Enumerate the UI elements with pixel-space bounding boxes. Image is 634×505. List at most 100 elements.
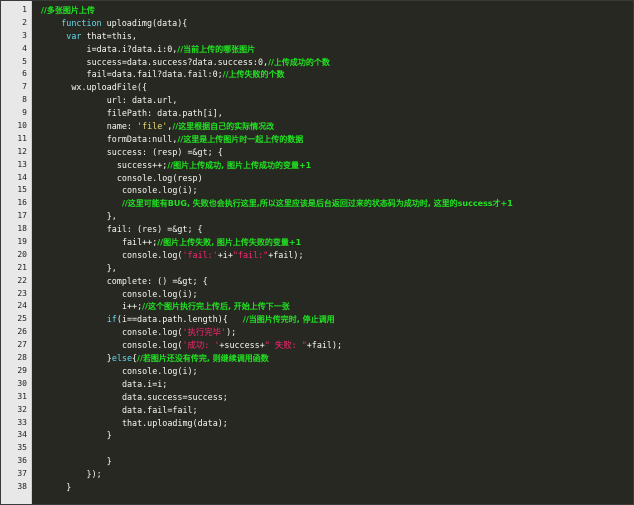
- line-number: 12: [17, 146, 27, 156]
- line-number: 29: [17, 365, 27, 375]
- line-number: 15: [17, 185, 27, 195]
- code-line: 14 console.log(resp): [1, 172, 633, 185]
- code-line: 23 console.log(i);: [1, 288, 633, 301]
- code-comment: //多张图片上传: [41, 6, 95, 15]
- code-text: success: (resp) =&gt; {: [107, 146, 633, 159]
- code-token: success++;: [116, 159, 168, 170]
- line-number: 11: [17, 133, 27, 143]
- code-comment: //这里根据自己的实际情况改: [172, 122, 275, 132]
- code-token: '成功: ': [182, 340, 220, 351]
- line-number: 20: [17, 249, 27, 259]
- code-text: fail: (res) =&gt; {: [107, 223, 633, 236]
- code-token: console.log(: [121, 340, 183, 351]
- line-number: 14: [17, 172, 27, 182]
- line-number: 25: [17, 314, 27, 324]
- code-token: 'file': [137, 121, 168, 132]
- code-token: },: [106, 211, 117, 222]
- code-token: "fail:": [232, 249, 269, 260]
- code-text: }else{//若图片还没有传完, 则继续调用函数: [107, 352, 633, 366]
- code-line: 11 formData:null,//这里是上传图片时一起上传的数据: [1, 133, 633, 146]
- code-comment: //图片上传失败, 图片上传失败的变量+1: [157, 238, 302, 248]
- code-line: 25 if(i==data.path.length){ //当图片传完时, 停止调…: [1, 313, 633, 326]
- code-text: },: [107, 210, 633, 223]
- code-token: function: [61, 17, 102, 28]
- line-number: 5: [22, 56, 27, 66]
- code-text: data.i=i;: [122, 378, 633, 391]
- code-text: fail++;//图片上传失败, 图片上传失败的变量+1: [122, 236, 633, 250]
- code-text: i=data.i?data.i:0,//当前上传的哪张图片: [87, 43, 633, 57]
- line-number: 27: [17, 340, 27, 350]
- code-token: filePath: data.path[i],: [106, 108, 223, 119]
- code-text: complete: () =&gt; {: [107, 275, 633, 288]
- code-line: 4 i=data.i?data.i:0,//当前上传的哪张图片: [1, 43, 633, 56]
- code-text: }: [107, 455, 633, 468]
- code-token: var: [66, 30, 82, 41]
- code-line: 7 wx.uploadFile({: [1, 81, 633, 94]
- code-line: 35: [1, 442, 633, 455]
- code-line: 21},: [1, 262, 633, 275]
- code-token: },: [106, 262, 117, 273]
- code-token: );: [226, 327, 237, 338]
- code-text: url: data.url,: [107, 94, 633, 107]
- code-token: fail=data.fail?data.fail:0;: [86, 69, 223, 80]
- code-text: console.log('成功: '+success+" 失败: "+fail)…: [122, 339, 633, 352]
- code-token: data.fail=fail;: [121, 404, 198, 415]
- code-line: 20 console.log('fail:'+i+"fail:"+fail);: [1, 249, 633, 262]
- code-line: 30 data.i=i;: [1, 378, 633, 391]
- code-line: 27 console.log('成功: '+success+" 失败: "+fai…: [1, 339, 633, 352]
- code-line: 13 success++;//图片上传成功, 图片上传成功的变量+1: [1, 159, 633, 172]
- code-line: 15 console.log(i);: [1, 184, 633, 197]
- line-number: 10: [17, 121, 27, 131]
- code-token: console.log(i);: [121, 288, 198, 299]
- line-number: 36: [17, 456, 27, 466]
- code-comment: //图片上传成功, 图片上传成功的变量+1: [167, 160, 312, 170]
- code-comment: //上传失败的个数: [222, 70, 285, 80]
- code-text: fail=data.fail?data.fail:0;//上传失败的个数: [87, 68, 633, 82]
- code-text: if(i==data.path.length){ //当图片传完时, 停止调用: [107, 313, 633, 327]
- line-number: 2: [22, 17, 27, 27]
- code-token: that=this,: [81, 30, 137, 41]
- code-token: console.log(i);: [121, 365, 198, 376]
- code-text: console.log(i);: [122, 184, 633, 197]
- code-token: data.i=i;: [121, 378, 168, 389]
- code-text: console.log(resp): [117, 172, 633, 185]
- code-token: success: (resp) =&gt; {: [106, 146, 223, 157]
- code-text: data.success=success;: [122, 391, 633, 404]
- code-token: else: [111, 353, 132, 364]
- line-number: 1: [22, 5, 27, 14]
- code-line: 37});: [1, 468, 633, 481]
- code-text: }: [107, 429, 633, 442]
- code-editor[interactable]: 1 //多张图片上传 2 function uploadimg(data){3 var …: [0, 0, 634, 505]
- code-token: formData:null,: [106, 133, 178, 144]
- code-token: +fail);: [268, 249, 304, 260]
- code-token: if: [106, 314, 117, 325]
- line-number: 30: [17, 378, 27, 388]
- code-text: //多张图片上传: [41, 4, 633, 18]
- code-token: +success+: [219, 340, 265, 351]
- line-number: 23: [17, 288, 27, 298]
- code-line: 34}: [1, 429, 633, 442]
- code-token: " 失败: ": [264, 340, 307, 351]
- code-line: 12 success: (resp) =&gt; {: [1, 146, 633, 159]
- code-text: //这里可能有BUG, 失败也会执行这里,所以这里应该是后台返回过来的状态码为成…: [122, 197, 633, 211]
- code-text: wx.uploadFile({: [71, 81, 633, 94]
- code-token: that.uploadimg(data);: [121, 417, 228, 428]
- code-text: success=data.success?data.success:0,//上传…: [87, 56, 633, 70]
- code-line: 10 name: 'file',//这里根据自己的实际情况改: [1, 120, 633, 133]
- code-text: console.log('执行完毕');: [122, 326, 633, 339]
- code-token: fail++;: [121, 237, 158, 248]
- code-token: console.log(: [121, 327, 183, 338]
- code-token: console.log(: [121, 249, 183, 260]
- code-line: 24 i++;//这个图片执行完上传后, 开始上传下一张: [1, 300, 633, 313]
- code-line: 19 fail++;//图片上传失败, 图片上传失败的变量+1: [1, 236, 633, 249]
- code-token: }: [106, 430, 112, 441]
- code-comment: //这里是上传图片时一起上传的数据: [177, 134, 304, 144]
- code-token: url: data.url,: [106, 95, 178, 106]
- code-text: var that=this,: [66, 30, 633, 43]
- code-token: 'fail:': [182, 249, 218, 260]
- code-text: function uploadimg(data){: [61, 17, 633, 30]
- code-lines: 1 //多张图片上传 2 function uploadimg(data){3 var …: [1, 4, 633, 494]
- code-line: 26 console.log('执行完毕');: [1, 326, 633, 339]
- line-number: 28: [17, 353, 27, 363]
- code-text: name: 'file',//这里根据自己的实际情况改: [107, 120, 633, 134]
